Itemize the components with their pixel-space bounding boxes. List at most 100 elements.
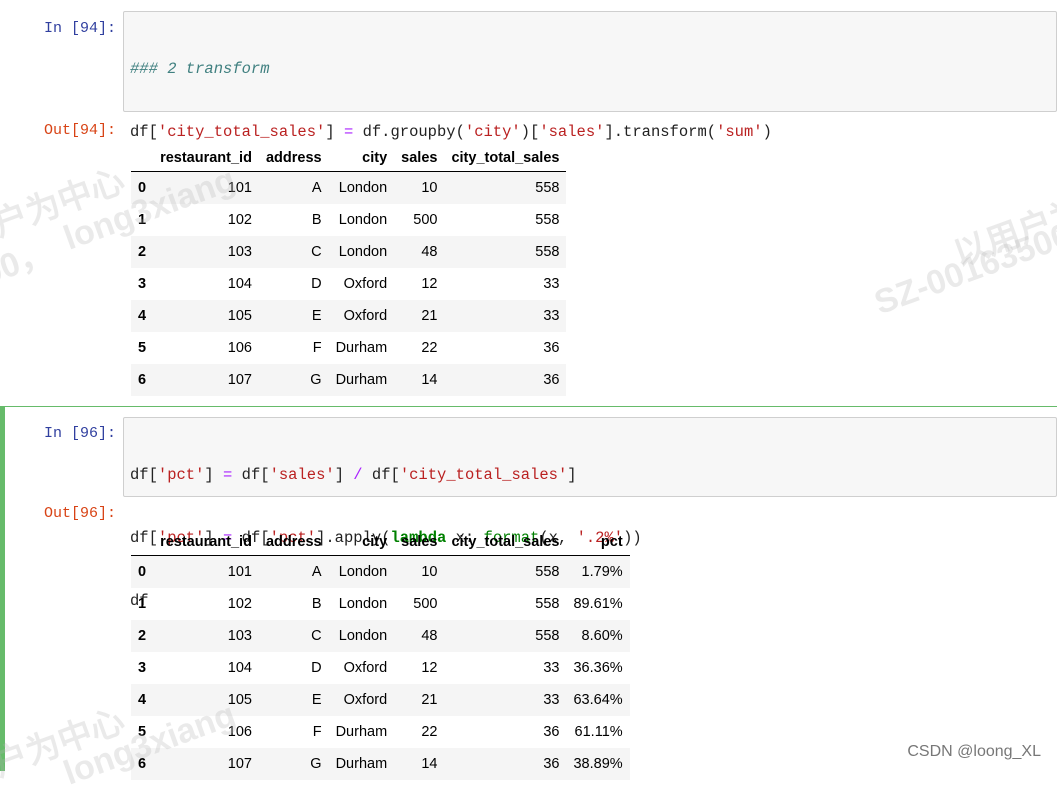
table-cell: London [338, 244, 388, 260]
index-header [131, 135, 154, 172]
table-cell: 36 [543, 372, 560, 388]
table-cell: 103 [227, 628, 252, 644]
table-cell: Durham [335, 756, 388, 772]
table-cell: 102 [227, 596, 252, 612]
table-cell: 61.11% [574, 724, 623, 740]
column-header: city_total_sales [444, 135, 567, 172]
table-cell: 10 [421, 564, 438, 580]
table-cell: 48 [421, 244, 438, 260]
table-cell: 33 [543, 692, 560, 708]
table-cell: 12 [421, 660, 438, 676]
table-cell: 558 [535, 628, 560, 644]
table-cell: 21 [421, 692, 438, 708]
table-cell: Oxford [343, 692, 388, 708]
table-cell: G [310, 756, 322, 772]
table-cell: Oxford [343, 276, 388, 292]
table-cell: 36.36% [573, 660, 623, 676]
table-header-row: restaurant_id address city sales city_total_… [131, 135, 567, 172]
table-cell: B [311, 596, 322, 612]
table-row: 5 106 F Durham 22 36 61.11% [131, 716, 630, 748]
table-cell: 558 [535, 244, 560, 260]
code-cell-96[interactable]: In [96]: df['pct'] = df['sales'] / df['c… [0, 406, 1057, 780]
table-cell: 38.89% [573, 756, 623, 772]
table-header-row: restaurant_id address city sales city_total_… [131, 519, 630, 556]
table-cell: 36 [543, 340, 560, 356]
column-header: address [258, 135, 329, 172]
table-row: 2 103 C London 48 558 8.60% [131, 620, 630, 652]
row-index: 5 [138, 724, 147, 740]
column-header: city [328, 519, 395, 556]
table-cell: 8.60% [581, 628, 623, 644]
code-editor[interactable]: ### 2 transform df['city_total_sales'] =… [123, 11, 1057, 267]
row-index: 6 [138, 756, 147, 772]
table-cell: 101 [227, 564, 252, 580]
table-row: 4 105 E Oxford 21 33 63.64% [131, 684, 630, 716]
dataframe-table: restaurant_id address city sales city_total_… [131, 519, 630, 780]
column-header: restaurant_id [153, 135, 259, 172]
table-cell: 107 [227, 756, 252, 772]
table-row: 1 102 B London 500 558 89.61% [131, 588, 630, 620]
index-header [131, 519, 154, 556]
table-cell: 106 [227, 340, 252, 356]
table-cell: London [338, 564, 388, 580]
row-index: 5 [138, 340, 147, 356]
table-cell: 33 [543, 308, 560, 324]
table-cell: 102 [227, 212, 252, 228]
table-cell: 1.79% [581, 564, 623, 580]
table-cell: 10 [421, 180, 438, 196]
row-index: 3 [138, 276, 147, 292]
table-row: 1 102 B London 500 558 [131, 204, 566, 236]
table-cell: G [310, 372, 322, 388]
table-cell: London [338, 628, 388, 644]
output-prompt: Out[94]: [43, 122, 116, 139]
column-header: restaurant_id [153, 519, 259, 556]
table-cell: Durham [335, 372, 388, 388]
table-cell: E [311, 308, 322, 324]
table-cell: 14 [421, 372, 438, 388]
input-prompt: In [96]: [43, 425, 116, 442]
table-row: 6 107 G Durham 14 36 [131, 364, 567, 396]
code-line: df['pct'] = df['sales'] / df['city_total… [130, 466, 577, 484]
code-comment: ### 2 transform [130, 60, 270, 78]
row-index: 0 [138, 564, 147, 580]
row-index: 0 [138, 180, 147, 196]
table-row: 5 106 F Durham 22 36 [131, 332, 566, 364]
table-cell: 63.64% [573, 692, 623, 708]
row-index: 2 [138, 628, 147, 644]
table-cell: D [311, 276, 322, 292]
row-index: 4 [138, 308, 147, 324]
table-cell: 558 [535, 596, 560, 612]
table-cell: 36 [543, 724, 560, 740]
table-row: 3 104 D Oxford 12 33 36.36% [131, 652, 630, 684]
table-cell: 106 [227, 724, 252, 740]
column-header: address [258, 519, 329, 556]
table-cell: 36 [543, 756, 560, 772]
table-cell: F [312, 340, 322, 356]
row-index: 4 [138, 692, 147, 708]
table-cell: 33 [543, 276, 560, 292]
table-cell: B [311, 212, 322, 228]
table-cell: 558 [535, 212, 560, 228]
table-cell: D [311, 660, 322, 676]
table-cell: Oxford [343, 660, 388, 676]
table-row: 0 101 A London 10 558 1.79% [131, 555, 630, 588]
code-line: ### 2 transform [130, 59, 1050, 80]
table-cell: 500 [413, 212, 438, 228]
table-cell: E [311, 692, 322, 708]
column-header: city_total_sales [444, 519, 567, 556]
table-cell: C [311, 244, 322, 260]
table-cell: 89.61% [573, 596, 623, 612]
table-cell: A [311, 564, 322, 580]
code-editor[interactable]: df['pct'] = df['sales'] / df['city_total… [123, 417, 1057, 610]
table-cell: 105 [227, 692, 252, 708]
table-row: 2 103 C London 48 558 [131, 236, 567, 268]
table-cell: 101 [227, 180, 252, 196]
table-cell: Durham [335, 340, 388, 356]
row-index: 1 [138, 596, 147, 612]
table-row: 6 107 G Durham 14 36 38.89% [131, 748, 630, 780]
row-index: 6 [138, 372, 147, 388]
row-index: 1 [138, 212, 147, 228]
column-header: pct [566, 519, 630, 556]
code-cell-94[interactable]: In [94]: ### 2 transform df['city_total_… [0, 0, 1057, 400]
table-cell: Durham [335, 724, 388, 740]
